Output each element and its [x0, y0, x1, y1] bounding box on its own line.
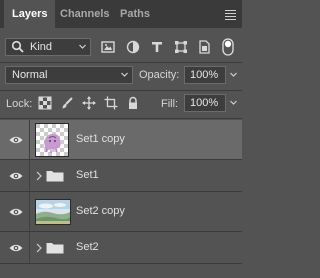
lock-image-pixels-icon[interactable]: [60, 96, 74, 110]
layer-thumbnail[interactable]: [35, 199, 71, 225]
fill-label: Fill:: [161, 98, 179, 110]
layer-row-set2[interactable]: Set2: [0, 232, 242, 264]
tab-layers[interactable]: Layers: [4, 0, 56, 28]
type-filter-icon[interactable]: [150, 40, 164, 54]
divider: [29, 120, 30, 159]
blend-mode-dropdown[interactable]: Normal: [5, 66, 133, 84]
panel-tab-bar: Layers Channels Paths: [0, 0, 242, 28]
folder-icon: [46, 241, 64, 254]
layer-name: Set2: [76, 241, 99, 253]
tab-paths[interactable]: Paths: [112, 0, 158, 28]
layers-list: Set1 copy Set1 Set2 copy Set2: [0, 120, 242, 278]
search-icon: [11, 40, 25, 54]
opacity-value: 100%: [190, 69, 219, 81]
lock-position-icon[interactable]: [82, 96, 96, 110]
panel-menu-icon[interactable]: [225, 8, 236, 20]
filter-toggle-icon[interactable]: [222, 38, 234, 56]
divider: [29, 192, 30, 231]
fill-chevron-icon[interactable]: [230, 99, 237, 106]
lock-label: Lock:: [6, 98, 33, 110]
visibility-eye-icon[interactable]: [9, 171, 23, 181]
layer-thumbnail[interactable]: [35, 123, 69, 157]
layers-panel: Layers Channels Paths Kind Normal Opacit…: [0, 0, 242, 278]
divider: [0, 118, 242, 119]
layer-name: Set1: [76, 169, 99, 181]
visibility-eye-icon[interactable]: [9, 243, 23, 253]
opacity-label: Opacity:: [139, 69, 180, 81]
visibility-eye-icon[interactable]: [9, 207, 23, 217]
divider: [0, 62, 242, 63]
chevron-down-icon: [79, 43, 86, 50]
chevron-down-icon: [121, 71, 128, 78]
blend-mode-value: Normal: [12, 69, 48, 81]
folder-icon: [46, 169, 64, 182]
opacity-chevron-icon[interactable]: [230, 71, 237, 78]
lock-artboard-icon[interactable]: [104, 96, 118, 110]
image-filter-icon[interactable]: [101, 40, 115, 54]
divider: [0, 90, 242, 91]
layer-row-set1-copy[interactable]: Set1 copy: [0, 120, 242, 160]
adjustment-filter-icon[interactable]: [126, 40, 140, 54]
smart-object-filter-icon[interactable]: [197, 40, 211, 54]
layer-name: Set1 copy: [76, 133, 125, 145]
fill-value: 100%: [190, 97, 219, 109]
layer-row-set1[interactable]: Set1: [0, 160, 242, 192]
opacity-field[interactable]: 100%: [184, 66, 226, 84]
visibility-eye-icon[interactable]: [9, 135, 23, 145]
divider: [29, 232, 30, 263]
lock-transparent-pixels-icon[interactable]: [38, 96, 52, 110]
filter-kind-value: Kind: [30, 41, 53, 53]
lock-all-icon[interactable]: [126, 96, 140, 110]
layer-name: Set2 copy: [76, 205, 125, 217]
expand-chevron-icon[interactable]: [36, 243, 42, 253]
layer-row-set2-copy[interactable]: Set2 copy: [0, 192, 242, 232]
expand-chevron-icon[interactable]: [36, 171, 42, 181]
filter-kind-dropdown[interactable]: Kind: [5, 38, 91, 56]
divider: [29, 160, 30, 191]
shape-filter-icon[interactable]: [174, 40, 188, 54]
fill-field[interactable]: 100%: [184, 94, 226, 112]
tab-channels[interactable]: Channels: [52, 0, 118, 28]
